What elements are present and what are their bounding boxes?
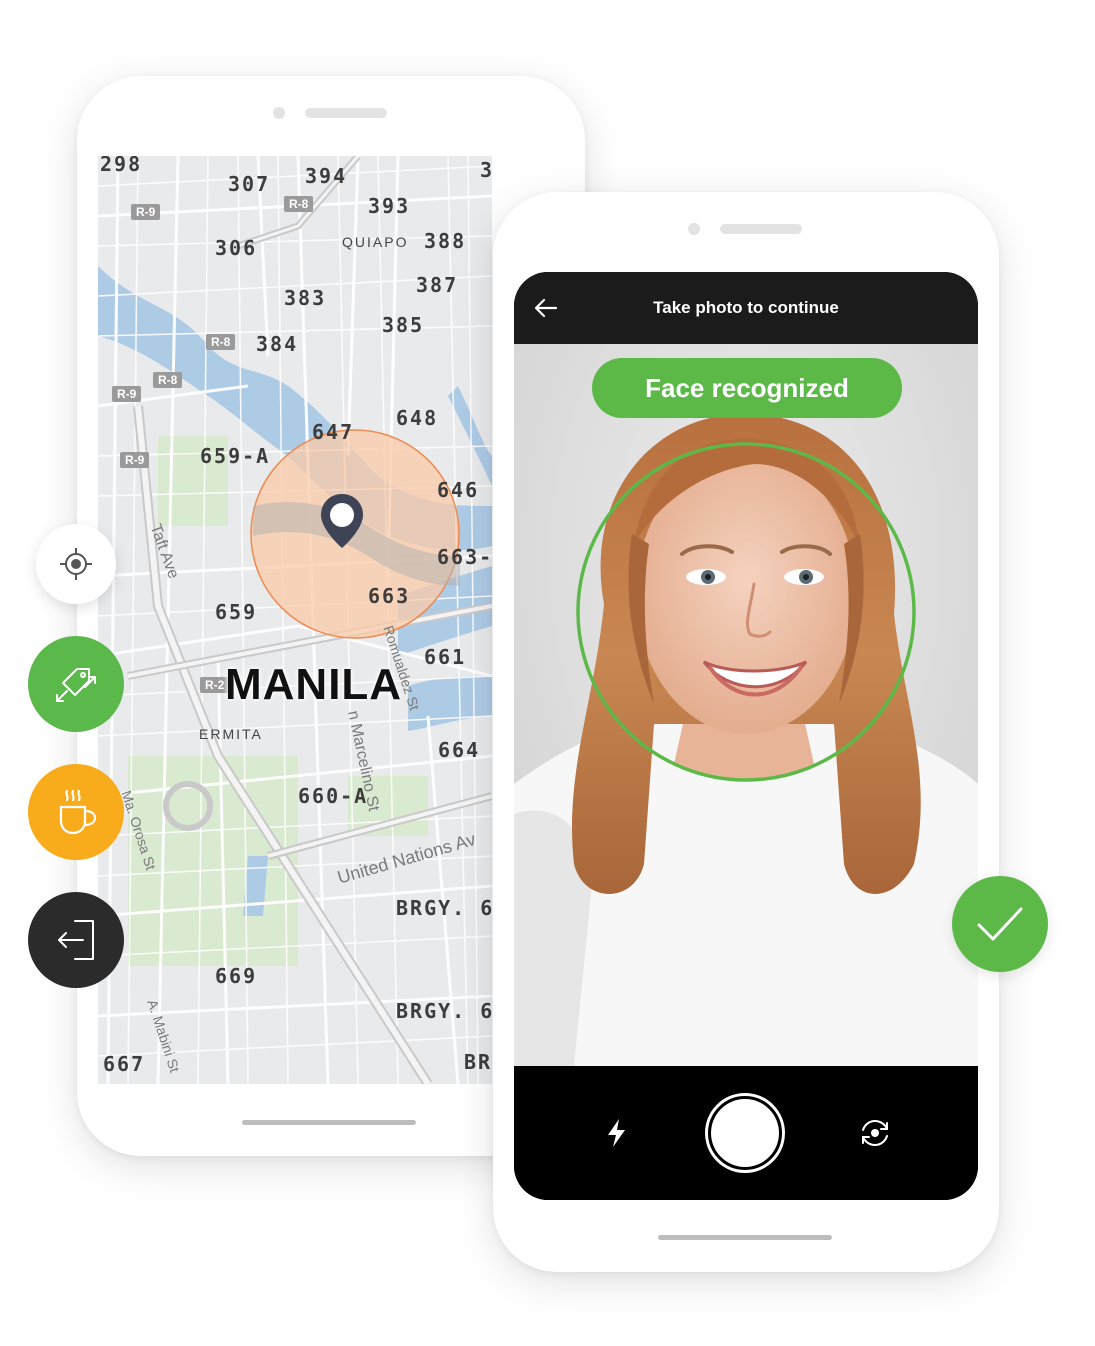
shutter-button[interactable] xyxy=(705,1093,785,1173)
district-label: 383 xyxy=(284,286,327,310)
coffee-break-button[interactable] xyxy=(28,764,124,860)
road-badge: R-9 xyxy=(112,386,142,402)
city-label: MANILA xyxy=(225,660,403,709)
speaker xyxy=(305,108,387,118)
district-label: 307 xyxy=(228,172,271,196)
district-label: 663- xyxy=(437,545,492,569)
district-label: 664 xyxy=(438,738,481,762)
front-camera xyxy=(688,223,700,235)
district-label: 661 xyxy=(424,645,467,669)
road-badge: R-8 xyxy=(206,334,236,350)
district-label: 394 xyxy=(305,164,348,188)
district-label: 390 xyxy=(480,158,492,182)
top-bar: Take photo to continue xyxy=(514,272,978,344)
district-label: 393 xyxy=(368,194,411,218)
camera-screen: Take photo to continue Face recognized xyxy=(514,272,978,1200)
district-label: 648 xyxy=(396,406,439,430)
road-badge: R-9 xyxy=(131,204,161,220)
district-label: 659-A xyxy=(200,444,271,468)
flash-icon[interactable] xyxy=(604,1118,630,1148)
price-tag-swap-icon xyxy=(56,668,96,702)
camera-viewfinder: Face recognized xyxy=(514,344,978,1066)
front-camera xyxy=(273,107,285,119)
home-indicator xyxy=(658,1235,832,1240)
barangay-label: BR xyxy=(464,1050,492,1074)
map-view[interactable]: 298 307 394 390 393 306 388 383 387 385 … xyxy=(98,156,492,1084)
sign-out-button[interactable] xyxy=(28,892,124,988)
location-pin-icon[interactable] xyxy=(320,492,364,578)
locate-button[interactable] xyxy=(36,524,116,604)
face-recognized-badge: Face recognized xyxy=(592,358,902,418)
district-label: 663 xyxy=(368,584,411,608)
road-badge: R-8 xyxy=(153,372,183,388)
district-label: 660-A xyxy=(298,784,369,808)
tag-swap-button[interactable] xyxy=(28,636,124,732)
district-label: 646 xyxy=(437,478,480,502)
district-label: 669 xyxy=(215,964,258,988)
confirm-button[interactable] xyxy=(952,876,1048,972)
camera-controls xyxy=(514,1066,978,1200)
district-label: 384 xyxy=(256,332,299,356)
road-badge: R-9 xyxy=(120,452,150,468)
road-badge: R-8 xyxy=(284,196,314,212)
district-label: 659 xyxy=(215,600,258,624)
shutter-button-inner xyxy=(711,1099,779,1167)
district-label: 647 xyxy=(312,420,355,444)
district-label: 306 xyxy=(215,236,258,260)
district-label: 388 xyxy=(424,229,467,253)
district-label: 298 xyxy=(100,156,143,176)
neighborhood-label: ERMITA xyxy=(199,726,263,742)
district-label: 387 xyxy=(416,273,459,297)
barangay-label: BRGY. 6 xyxy=(396,999,492,1023)
district-label: 385 xyxy=(382,313,425,337)
coffee-cup-icon xyxy=(59,789,97,835)
crosshair-icon xyxy=(60,548,92,580)
district-label: 667 xyxy=(103,1052,146,1076)
checkmark-icon xyxy=(977,907,1023,941)
flip-camera-icon[interactable] xyxy=(858,1118,892,1148)
neighborhood-label: QUIAPO xyxy=(342,234,409,250)
home-indicator xyxy=(242,1120,416,1125)
face-detection-ring xyxy=(576,442,916,782)
screen-title: Take photo to continue xyxy=(653,298,839,317)
speaker xyxy=(720,224,802,234)
sign-out-icon xyxy=(58,920,94,960)
barangay-label: BRGY. 6 xyxy=(396,896,492,920)
